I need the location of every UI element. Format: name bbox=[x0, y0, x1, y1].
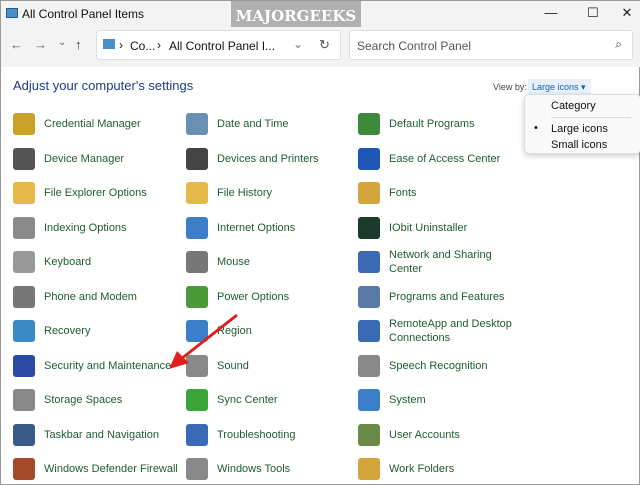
red-arrow-annotation bbox=[169, 313, 238, 369]
